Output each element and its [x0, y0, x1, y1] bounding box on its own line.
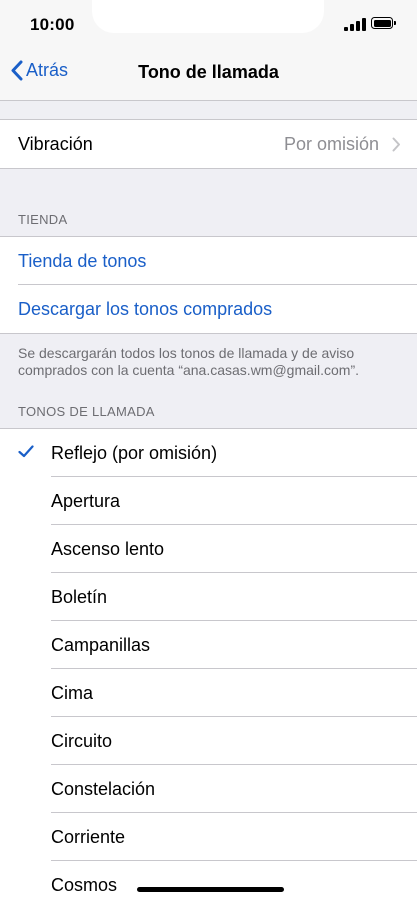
ringtone-row[interactable]: Constelación — [0, 765, 417, 813]
ringtone-row[interactable]: Circuito — [0, 717, 417, 765]
cellular-signal-icon — [344, 18, 366, 31]
ringtone-store-row[interactable]: Tienda de tonos — [0, 237, 417, 285]
ringtone-label: Ascenso lento — [51, 538, 165, 559]
home-indicator[interactable] — [137, 887, 284, 892]
ringtone-row[interactable]: Apertura — [0, 477, 417, 525]
ringtone-label: Apertura — [51, 490, 121, 511]
ringtone-row[interactable]: Corriente — [0, 813, 417, 861]
navigation-bar: Atrás Tono de llamada — [0, 46, 417, 101]
store-group: Tienda de tonos Descargar los tonos comp… — [0, 236, 417, 334]
ringtone-label: Circuito — [51, 730, 113, 751]
notch — [92, 0, 324, 33]
ringtones-group: Reflejo (por omisión) Apertura Ascenso l… — [0, 428, 417, 909]
ringtone-store-link: Tienda de tonos — [18, 250, 147, 271]
checkmark-icon — [18, 445, 34, 458]
ringtone-row[interactable]: Campanillas — [0, 621, 417, 669]
ringtone-row[interactable]: Cosmos — [0, 861, 417, 909]
ringtone-row[interactable]: Cima — [0, 669, 417, 717]
chevron-right-icon — [392, 137, 400, 152]
store-section-header: TIENDA — [18, 212, 68, 227]
battery-icon — [371, 17, 396, 29]
page-title: Tono de llamada — [138, 62, 279, 82]
vibration-value: Por omisión — [283, 133, 379, 154]
vibration-row[interactable]: Vibración Por omisión — [0, 120, 417, 168]
ringtone-row[interactable]: Boletín — [0, 573, 417, 621]
ringtone-label: Cima — [51, 682, 94, 703]
status-time: 10:00 — [30, 15, 75, 34]
ringtone-row[interactable]: Reflejo (por omisión) — [0, 429, 417, 477]
ringtone-row[interactable]: Ascenso lento — [0, 525, 417, 573]
ringtone-label: Reflejo (por omisión) — [51, 442, 218, 463]
ringtone-label: Constelación — [51, 778, 156, 799]
ringtone-label: Cosmos — [51, 874, 118, 895]
ringtone-label: Boletín — [51, 586, 108, 607]
ringtones-section-header: TONOS DE LLAMADA — [18, 404, 155, 419]
download-purchased-link: Descargar los tonos comprados — [18, 298, 273, 319]
download-purchased-row[interactable]: Descargar los tonos comprados — [0, 285, 417, 333]
store-footer-note: Se descargarán todos los tonos de llamad… — [18, 345, 360, 378]
vibration-label: Vibración — [18, 133, 93, 154]
ringtone-label: Campanillas — [51, 634, 151, 655]
status-bar: 10:00 — [0, 0, 417, 46]
vibration-group: Vibración Por omisión — [0, 119, 417, 169]
ringtone-label: Corriente — [51, 826, 126, 847]
